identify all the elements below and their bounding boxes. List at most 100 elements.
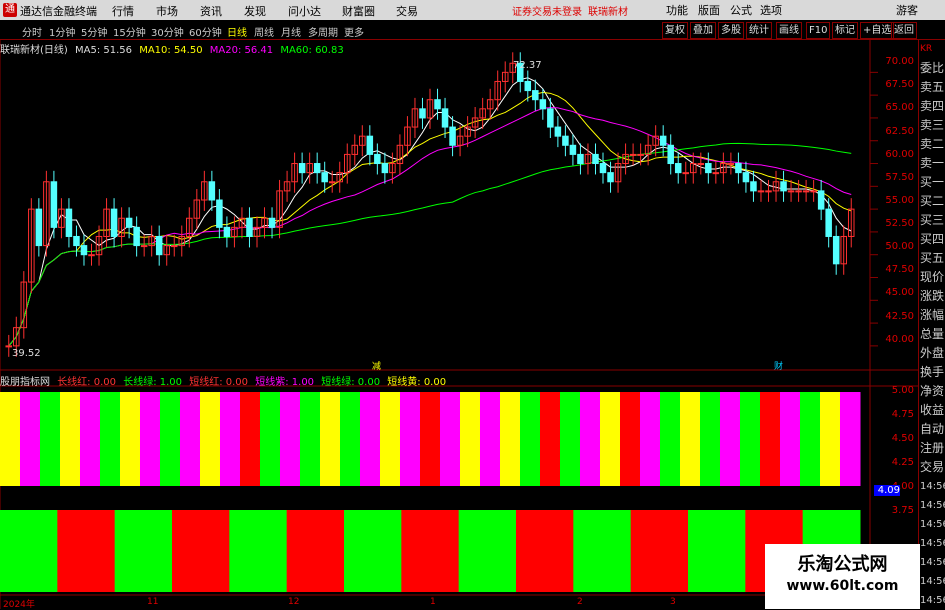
band-segment-top	[0, 392, 21, 486]
candle-body	[268, 217, 276, 228]
period-tab[interactable]: 分时	[22, 24, 42, 39]
period-tab[interactable]: 60分钟	[189, 24, 222, 39]
candle-body	[313, 163, 321, 174]
watermark: 乐淘公式网 www.60lt.com	[765, 544, 920, 609]
candlestick-series[interactable]	[5, 52, 855, 357]
menu-wealth[interactable]: 财富圈	[342, 3, 375, 19]
band-segment-top	[400, 392, 421, 486]
candle-body	[554, 126, 562, 137]
menu-trade[interactable]: 交易	[396, 3, 418, 19]
candle-body	[434, 99, 441, 110]
f10-button[interactable]: F10	[806, 22, 831, 39]
candle-body	[374, 153, 381, 165]
quote-label: 买一	[920, 175, 945, 189]
indicator-value: 短线黄: 0.00	[387, 377, 447, 388]
band-segment-top	[380, 392, 401, 486]
menu-discover[interactable]: 发现	[244, 3, 266, 19]
candle-body	[592, 153, 599, 165]
candle-body	[599, 163, 607, 174]
event-mark-finance[interactable]: 财	[774, 360, 783, 372]
candle-body	[88, 254, 95, 257]
quote-label: 买四	[920, 232, 945, 246]
band-segment-top	[340, 392, 361, 486]
guest-button[interactable]: 游客	[896, 2, 918, 18]
login-status[interactable]: 证券交易未登录	[512, 3, 582, 18]
band-segment-top	[500, 392, 521, 486]
stats-button[interactable]: 统计	[746, 22, 772, 39]
price-tick: 70.00	[885, 56, 914, 68]
period-tab[interactable]: 周线	[254, 24, 274, 39]
period-tab[interactable]: 多周期	[308, 24, 338, 39]
band-segment-top	[320, 392, 341, 486]
candle-body	[795, 190, 802, 193]
period-tab[interactable]: 1分钟	[49, 24, 75, 39]
back-button[interactable]: 返回	[891, 22, 917, 39]
band-segment-bottom	[286, 510, 345, 592]
candle-body	[65, 208, 73, 237]
band-segment-bottom	[688, 510, 746, 592]
stock-title: 联瑞新材(日线)	[0, 45, 68, 56]
candle-body	[712, 172, 720, 175]
period-tab[interactable]: 5分钟	[81, 24, 107, 39]
band-segment-top	[820, 392, 841, 486]
candle-body	[787, 190, 795, 193]
candle-body	[825, 208, 832, 237]
candle-body	[547, 108, 554, 128]
mark-button[interactable]: 标记	[832, 22, 858, 39]
candle-body	[216, 199, 223, 228]
legend-ma5: MA5: 51.56	[75, 45, 133, 56]
quote-label: 涨跌	[920, 289, 945, 303]
candle-body	[73, 235, 80, 247]
band-segment-top	[40, 392, 61, 486]
chart-area[interactable]: 72.37 39.52 减 财	[0, 40, 918, 609]
layout-button[interactable]: 版面	[698, 2, 720, 18]
candle-body	[366, 135, 374, 155]
candle-body	[441, 108, 449, 128]
menu-ask[interactable]: 问小达	[288, 3, 321, 19]
options-button[interactable]: 选项	[760, 2, 782, 18]
formula-button[interactable]: 公式	[730, 2, 752, 18]
band-segment-bottom	[172, 510, 230, 592]
band-segment-top	[700, 392, 721, 486]
candle-body	[539, 99, 547, 110]
band-segment-top	[640, 392, 661, 486]
candle-body	[80, 245, 88, 256]
candle-body	[742, 172, 750, 183]
band-segment-top	[120, 392, 141, 486]
overlay-button[interactable]: 叠加	[690, 22, 716, 39]
period-tab-active[interactable]: 日线	[227, 24, 247, 39]
add-watchlist-button[interactable]: +自选	[860, 22, 895, 39]
indicator-header: 股朋指标网 长线红: 0.00 长线绿: 1.00 短线红: 0.00 短线紫:…	[0, 373, 450, 388]
multi-stock-button[interactable]: 多股	[718, 22, 744, 39]
event-mark-reduce[interactable]: 减	[372, 360, 381, 372]
period-tab[interactable]: 15分钟	[113, 24, 146, 39]
ma10-line	[8, 91, 852, 347]
candle-body	[750, 181, 757, 192]
band-segment-top	[620, 392, 641, 486]
function-button[interactable]: 功能	[666, 2, 688, 18]
period-tab[interactable]: 月线	[281, 24, 301, 39]
menu-market-2[interactable]: 市场	[156, 3, 178, 19]
candle-body	[817, 190, 825, 210]
draw-line-button[interactable]: 画线	[776, 22, 802, 39]
candle-body	[246, 217, 253, 237]
restore-right-button[interactable]: 复权	[662, 22, 688, 39]
quote-label: 买二	[920, 194, 945, 208]
band-segment-top	[560, 392, 581, 486]
indicator-value: 长线红: 0.00	[57, 377, 117, 388]
candle-body	[110, 208, 118, 237]
more-tab[interactable]: 更多	[344, 24, 364, 39]
legend-ma60: MA60: 60.83	[280, 45, 344, 56]
candle-body	[802, 190, 810, 193]
menu-news[interactable]: 资讯	[200, 3, 222, 19]
menu-market[interactable]: 行情	[112, 3, 134, 19]
candle-body	[298, 163, 306, 174]
quote-label: 交易	[920, 460, 945, 474]
low-label: 39.52	[12, 348, 41, 359]
candle-body	[321, 172, 328, 183]
band-segment-bottom	[401, 510, 460, 592]
period-tab[interactable]: 30分钟	[151, 24, 184, 39]
band-segment-top	[520, 392, 541, 486]
indicator-name[interactable]: 股朋指标网	[0, 377, 50, 388]
band-segment-top	[280, 392, 301, 486]
